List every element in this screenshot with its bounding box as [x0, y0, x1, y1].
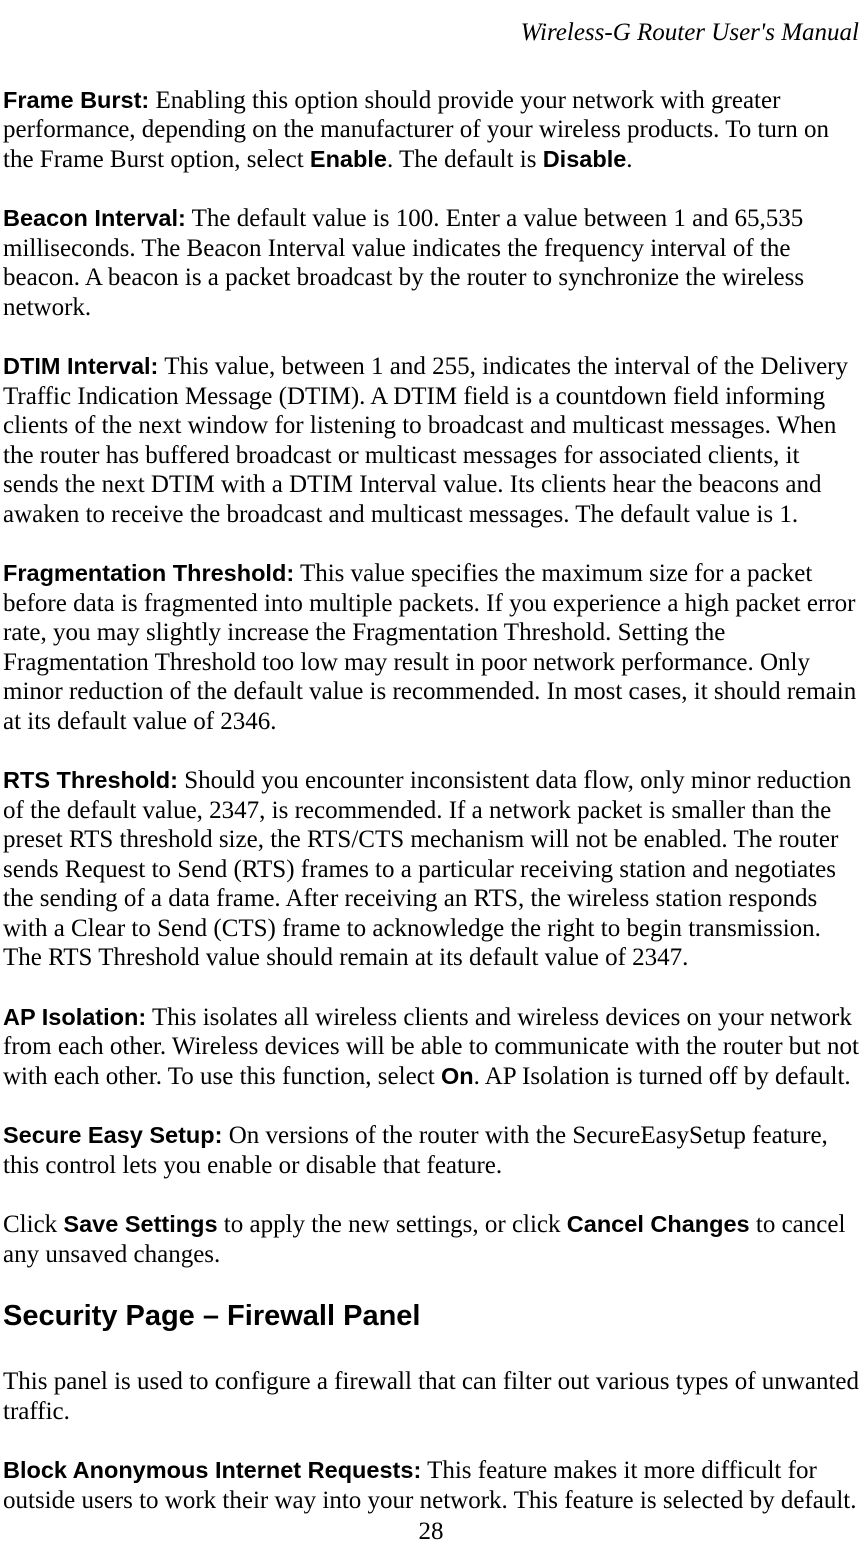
dtim-interval-text: This value, between 1 and 255, indicates…	[3, 353, 848, 528]
disable-text: Disable	[543, 146, 627, 172]
dtim-interval-label: DTIM Interval:	[3, 353, 158, 379]
rts-threshold-paragraph: RTS Threshold: Should you encounter inco…	[3, 766, 859, 973]
save-settings-text1: Click	[3, 1211, 63, 1238]
frag-threshold-text: This value specifies the maximum size fo…	[3, 560, 856, 735]
beacon-interval-paragraph: Beacon Interval: The default value is 10…	[3, 204, 859, 322]
security-heading: Security Page – Firewall Panel	[3, 1299, 859, 1333]
ap-isolation-paragraph: AP Isolation: This isolates all wireless…	[3, 1003, 859, 1092]
frame-burst-paragraph: Frame Burst: Enabling this option should…	[3, 86, 859, 175]
security-intro-text: This panel is used to configure a firewa…	[3, 1368, 859, 1425]
dtim-interval-paragraph: DTIM Interval: This value, between 1 and…	[3, 352, 859, 529]
frame-burst-label: Frame Burst:	[3, 87, 149, 113]
save-settings-paragraph: Click Save Settings to apply the new set…	[3, 1210, 859, 1269]
frag-threshold-paragraph: Fragmentation Threshold: This value spec…	[3, 559, 859, 736]
cancel-changes-bold: Cancel Changes	[567, 1211, 750, 1237]
ap-isolation-label: AP Isolation:	[3, 1004, 146, 1030]
rts-threshold-text: Should you encounter inconsistent data f…	[3, 767, 851, 971]
rts-threshold-label: RTS Threshold:	[3, 767, 178, 793]
on-text: On	[441, 1063, 474, 1089]
block-anonymous-label: Block Anonymous Internet Requests:	[3, 1457, 421, 1483]
page-number: 28	[0, 1517, 862, 1547]
ap-isolation-text2: . AP Isolation is turned off by default.	[474, 1063, 851, 1090]
frame-burst-text3: .	[626, 146, 632, 173]
frag-threshold-label: Fragmentation Threshold:	[3, 560, 294, 586]
security-intro-paragraph: This panel is used to configure a firewa…	[3, 1367, 859, 1426]
secure-easy-setup-paragraph: Secure Easy Setup: On versions of the ro…	[3, 1121, 859, 1180]
save-settings-text2: to apply the new settings, or click	[218, 1211, 567, 1238]
save-settings-bold: Save Settings	[63, 1211, 217, 1237]
page-header: Wireless-G Router User's Manual	[3, 18, 859, 48]
secure-easy-setup-label: Secure Easy Setup:	[3, 1122, 222, 1148]
frame-burst-text2: . The default is	[387, 146, 543, 173]
block-anonymous-paragraph: Block Anonymous Internet Requests: This …	[3, 1456, 859, 1515]
beacon-interval-label: Beacon Interval:	[3, 205, 186, 231]
enable-text: Enable	[310, 146, 387, 172]
